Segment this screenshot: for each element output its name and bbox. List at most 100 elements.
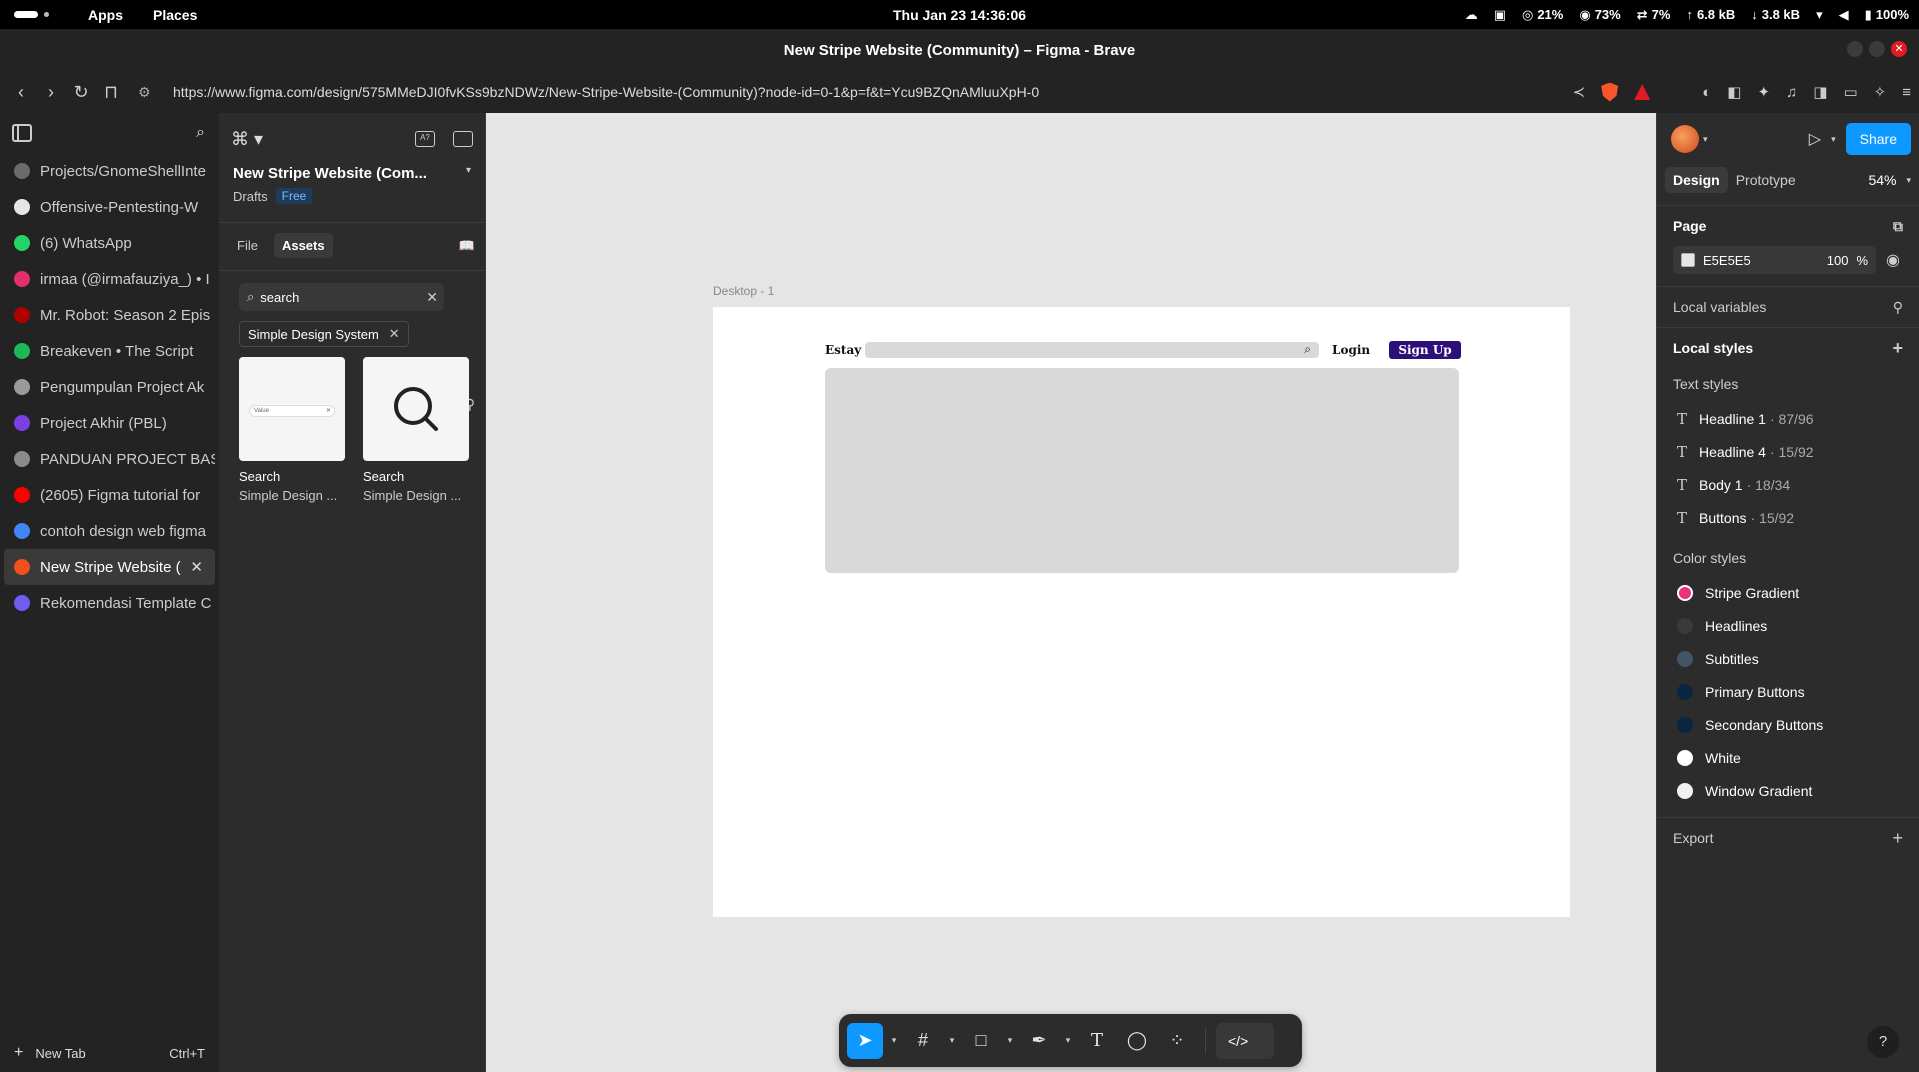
- color-style-item[interactable]: Secondary Buttons: [1673, 708, 1903, 741]
- figma-main-menu-icon[interactable]: ⌘ ▾: [231, 129, 263, 150]
- frame-login-link[interactable]: Login: [1332, 343, 1370, 357]
- chevron-down-icon[interactable]: ▾: [1061, 1035, 1075, 1046]
- text-tool-icon[interactable]: T: [1079, 1023, 1115, 1059]
- actions-tool-icon[interactable]: ⁘: [1159, 1023, 1195, 1059]
- file-name[interactable]: New Stripe Website (Com...: [233, 165, 427, 182]
- panel-toggle-icon[interactable]: [453, 131, 473, 147]
- page-styles-icon[interactable]: ⧉: [1893, 218, 1903, 235]
- activities-indicator[interactable]: [14, 10, 58, 19]
- clipboard-icon[interactable]: ▣: [1494, 7, 1506, 23]
- tab-assets[interactable]: Assets: [273, 233, 333, 258]
- music-icon[interactable]: ♫: [1786, 84, 1797, 101]
- frame-search-bar[interactable]: ⌕: [865, 342, 1319, 358]
- chevron-down-icon[interactable]: ▾: [945, 1035, 959, 1046]
- design-canvas[interactable]: Desktop - 1 Estay ⌕ Login Sign Up: [486, 113, 1656, 1072]
- site-info-icon[interactable]: ⚙: [138, 84, 151, 101]
- tab-prototype[interactable]: Prototype: [1728, 167, 1804, 193]
- color-style-item[interactable]: White: [1673, 741, 1903, 774]
- clear-search-icon[interactable]: ✕: [426, 289, 438, 306]
- color-swatch[interactable]: [1681, 253, 1695, 267]
- extension-icon[interactable]: ◧: [1727, 83, 1741, 101]
- browser-tab[interactable]: Project Akhir (PBL): [4, 405, 215, 441]
- remove-chip-icon[interactable]: ✕: [389, 326, 400, 342]
- browser-tab[interactable]: (6) WhatsApp: [4, 225, 215, 261]
- puzzle-icon[interactable]: ✦: [1757, 83, 1770, 101]
- browser-tab[interactable]: irmaa (@irmafauziya_) • I: [4, 261, 215, 297]
- extension-icon[interactable]: ◐: [1702, 84, 1711, 101]
- apps-menu[interactable]: Apps: [88, 7, 123, 23]
- tab-file[interactable]: File: [229, 233, 266, 258]
- desktop-frame[interactable]: Estay ⌕ Login Sign Up: [713, 307, 1570, 917]
- frame-signup-button[interactable]: Sign Up: [1389, 341, 1461, 359]
- ai-icon[interactable]: A?: [415, 131, 435, 147]
- share-page-icon[interactable]: ≺: [1573, 83, 1586, 101]
- browser-tab[interactable]: Mr. Robot: Season 2 Epis: [4, 297, 215, 333]
- color-style-item[interactable]: Stripe Gradient: [1673, 576, 1903, 609]
- browser-tab[interactable]: Rekomendasi Template C: [4, 585, 215, 621]
- browser-tab[interactable]: PANDUAN PROJECT BAS: [4, 441, 215, 477]
- clock[interactable]: Thu Jan 23 14:36:06: [893, 7, 1026, 23]
- export-label[interactable]: Export: [1673, 830, 1713, 846]
- add-export-icon[interactable]: +: [1892, 828, 1903, 849]
- asset-card[interactable]: Search Simple Design ...: [363, 357, 469, 503]
- search-tabs-icon[interactable]: ⌕: [196, 124, 205, 142]
- chevron-down-icon[interactable]: ▾: [1703, 134, 1708, 145]
- asset-card[interactable]: Value ✕ Search Simple Design ...: [239, 357, 345, 503]
- minimize-button[interactable]: [1847, 41, 1863, 57]
- text-style-item[interactable]: T Headline 1 · 87/96: [1673, 402, 1903, 435]
- close-tab-icon[interactable]: ✕: [190, 558, 203, 576]
- avatar[interactable]: [1671, 125, 1699, 153]
- battery-indicator[interactable]: ▮ 100%: [1865, 7, 1909, 23]
- sidebar-icon[interactable]: ◨: [1813, 83, 1827, 101]
- address-bar[interactable]: ⚙ https://www.figma.com/design/575MMeDJI…: [138, 78, 1580, 106]
- browser-tab[interactable]: Breakeven • The Script: [4, 333, 215, 369]
- rectangle-tool-icon[interactable]: □: [963, 1023, 999, 1059]
- url-text[interactable]: https://www.figma.com/design/575MMeDJI0f…: [173, 84, 1039, 100]
- frame-hero-placeholder[interactable]: [825, 368, 1459, 573]
- color-style-item[interactable]: Headlines: [1673, 609, 1903, 642]
- chevron-down-icon[interactable]: ▾: [1831, 134, 1836, 145]
- frame-label[interactable]: Desktop - 1: [713, 284, 774, 298]
- chevron-down-icon[interactable]: ▾: [887, 1035, 901, 1046]
- cloud-icon[interactable]: ☁: [1465, 7, 1478, 23]
- frame-tool-icon[interactable]: #: [905, 1023, 941, 1059]
- wallet-icon[interactable]: ▭: [1843, 83, 1857, 101]
- new-tab-button[interactable]: + New Tab Ctrl+T: [0, 1034, 219, 1072]
- chevron-down-icon[interactable]: ▾: [1906, 175, 1911, 186]
- chevron-down-icon[interactable]: ▾: [1003, 1035, 1017, 1046]
- browser-tab[interactable]: contoh design web figma: [4, 513, 215, 549]
- present-icon[interactable]: ▷: [1809, 129, 1821, 149]
- text-style-item[interactable]: T Body 1 · 18/34: [1673, 468, 1903, 501]
- forward-icon[interactable]: ›: [36, 82, 66, 103]
- library-filter-chip[interactable]: Simple Design System ✕: [239, 321, 409, 347]
- tab-design[interactable]: Design: [1665, 167, 1728, 193]
- browser-tab[interactable]: New Stripe Website (✕: [4, 549, 215, 585]
- comment-tool-icon[interactable]: ◯: [1119, 1023, 1155, 1059]
- close-button[interactable]: ✕: [1891, 41, 1907, 57]
- reload-icon[interactable]: ↻: [66, 82, 96, 103]
- toggle-sidebar-icon[interactable]: [12, 124, 32, 142]
- page-opacity[interactable]: 100: [1827, 253, 1849, 268]
- move-tool-icon[interactable]: ➤: [847, 1022, 883, 1059]
- drafts-link[interactable]: Drafts: [233, 189, 268, 204]
- color-style-item[interactable]: Window Gradient: [1673, 774, 1903, 807]
- leo-ai-icon[interactable]: ✧: [1874, 83, 1887, 101]
- assets-search-input[interactable]: ⌕ search ✕: [239, 283, 444, 311]
- browser-tab[interactable]: (2605) Figma tutorial for: [4, 477, 215, 513]
- add-style-icon[interactable]: +: [1892, 338, 1903, 359]
- library-icon[interactable]: 📖: [459, 238, 475, 254]
- page-color-hex[interactable]: E5E5E5: [1703, 253, 1751, 268]
- page-fill-field[interactable]: E5E5E5 100 %: [1673, 246, 1876, 274]
- pen-tool-icon[interactable]: ✒: [1021, 1023, 1057, 1059]
- color-style-item[interactable]: Subtitles: [1673, 642, 1903, 675]
- places-menu[interactable]: Places: [153, 7, 197, 23]
- browser-tab[interactable]: Pengumpulan Project Ak: [4, 369, 215, 405]
- brave-rewards-icon[interactable]: [1634, 84, 1651, 100]
- wifi-icon[interactable]: ▾: [1816, 7, 1823, 23]
- dev-mode-icon[interactable]: </>: [1216, 1022, 1274, 1059]
- color-style-item[interactable]: Primary Buttons: [1673, 675, 1903, 708]
- zoom-level[interactable]: 54%: [1868, 172, 1896, 188]
- menu-icon[interactable]: ≡: [1902, 84, 1911, 101]
- browser-tab[interactable]: Offensive-Pentesting-W: [4, 189, 215, 225]
- text-style-item[interactable]: T Buttons · 15/92: [1673, 501, 1903, 534]
